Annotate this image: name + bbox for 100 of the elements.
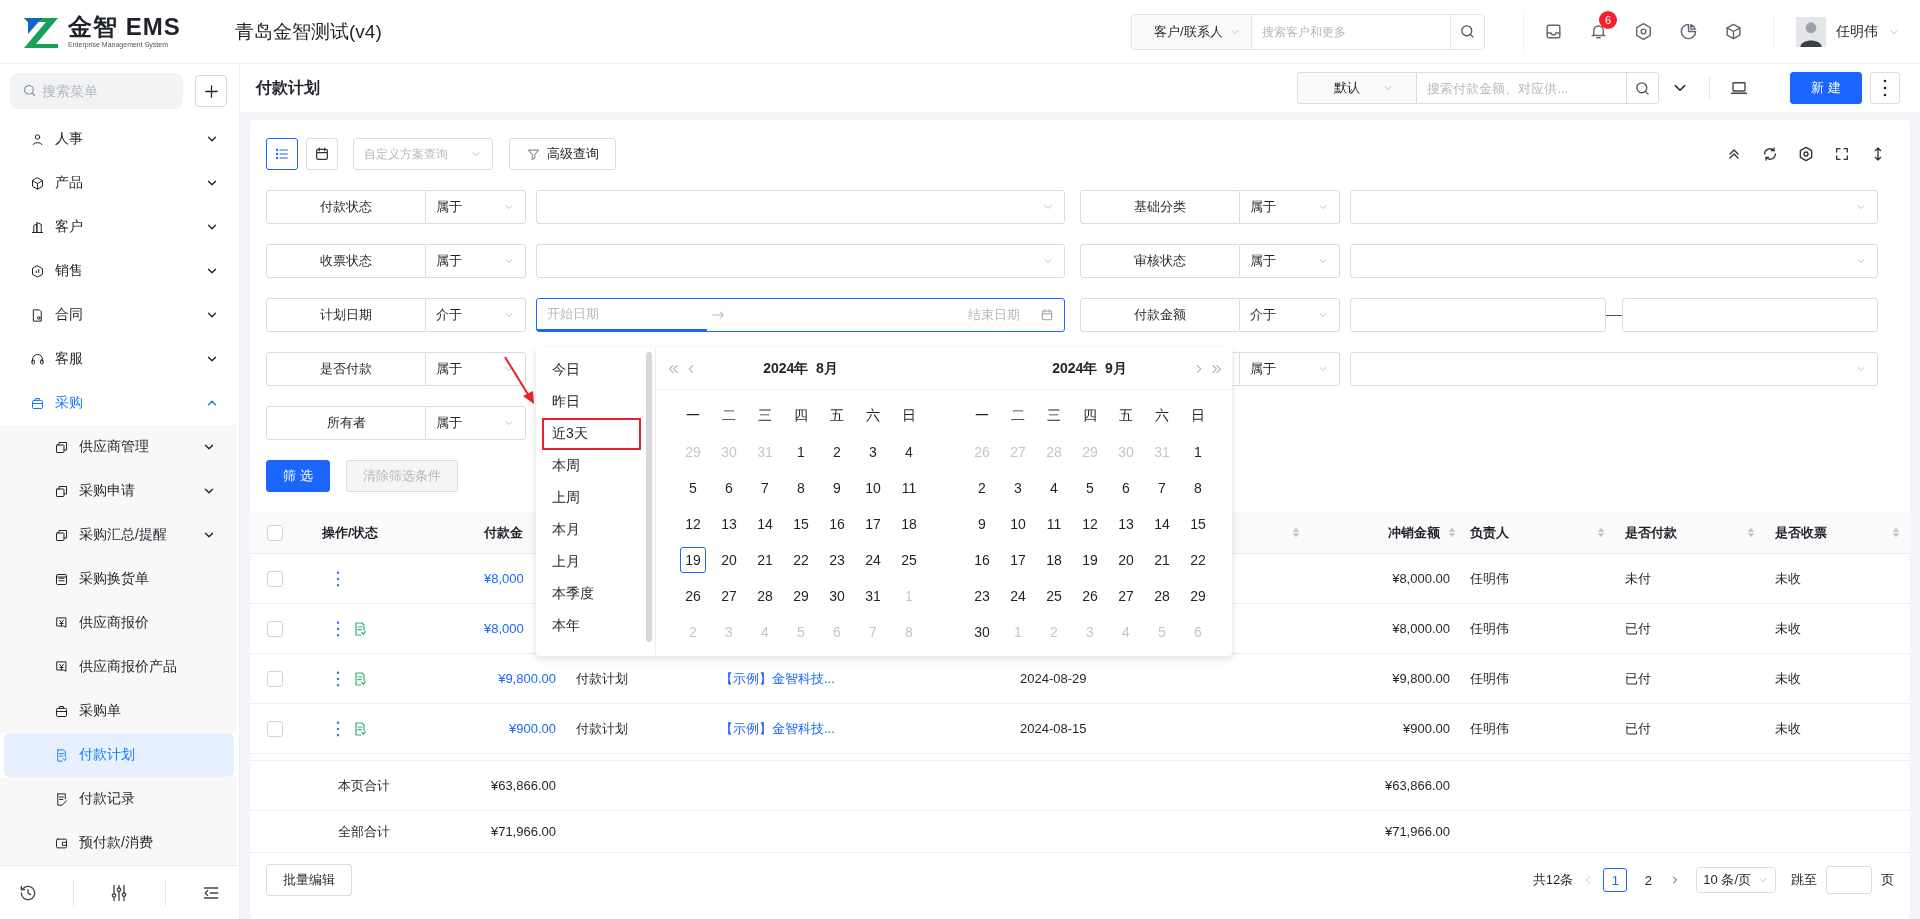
- calendar-day[interactable]: 28: [1149, 583, 1175, 609]
- filter-button[interactable]: 筛 选: [266, 460, 330, 492]
- date-preset[interactable]: 本年: [542, 610, 641, 642]
- calendar-day[interactable]: 27: [716, 583, 742, 609]
- value-select[interactable]: [536, 190, 1065, 224]
- calendar-day[interactable]: 13: [716, 511, 742, 537]
- more-icon[interactable]: [336, 720, 340, 737]
- calendar-day[interactable]: 15: [788, 511, 814, 537]
- list-view-button[interactable]: [266, 138, 298, 170]
- calendar-day[interactable]: 29: [1185, 583, 1211, 609]
- submenu-item[interactable]: 预付款/消费: [0, 821, 236, 865]
- more-icon[interactable]: [336, 670, 340, 687]
- calendar-day[interactable]: 5: [680, 475, 706, 501]
- operator-select[interactable]: 属于: [426, 406, 526, 440]
- calendar-day[interactable]: 10: [860, 475, 886, 501]
- calendar-day[interactable]: 4: [896, 439, 922, 465]
- date-preset[interactable]: 近3天: [542, 418, 641, 450]
- calendar-day[interactable]: 7: [1149, 475, 1175, 501]
- submenu-item[interactable]: 供应商管理: [0, 425, 236, 469]
- calendar-day[interactable]: 19: [1077, 547, 1103, 573]
- calendar-day[interactable]: 22: [788, 547, 814, 573]
- calendar-day[interactable]: 19: [680, 547, 706, 573]
- calendar-day[interactable]: 24: [1005, 583, 1031, 609]
- search-scope-select[interactable]: 客户/联系人: [1131, 13, 1252, 50]
- checkbox[interactable]: [267, 620, 283, 637]
- date-preset[interactable]: 本月: [542, 514, 641, 546]
- sort-icon[interactable]: [1448, 526, 1456, 539]
- calendar-day[interactable]: 21: [752, 547, 778, 573]
- operator-select[interactable]: 属于: [1239, 244, 1340, 278]
- submenu-item[interactable]: 供应商报价: [0, 601, 236, 645]
- menu-item[interactable]: 采购: [0, 381, 239, 425]
- calendar-day[interactable]: 12: [680, 511, 706, 537]
- notification-icon[interactable]: [1589, 22, 1608, 41]
- calendar-day[interactable]: 5: [1077, 475, 1103, 501]
- calendar-day[interactable]: 10: [1005, 511, 1031, 537]
- more-icon[interactable]: [336, 570, 340, 587]
- submenu-item[interactable]: 采购申请: [0, 469, 236, 513]
- operator-select[interactable]: 介于: [1239, 298, 1340, 332]
- submenu-item[interactable]: 付款计划: [4, 733, 234, 777]
- calendar-day[interactable]: 30: [969, 619, 995, 645]
- menu-item[interactable]: 客户: [0, 205, 239, 249]
- calendar-day[interactable]: 16: [824, 511, 850, 537]
- table-cell[interactable]: 【示例】金智科技...: [720, 719, 835, 738]
- calendar-day[interactable]: 24: [860, 547, 886, 573]
- page-number[interactable]: 2: [1636, 868, 1661, 892]
- submenu-item[interactable]: 供应商报价产品: [0, 645, 236, 689]
- page-jump-field[interactable]: [1826, 866, 1872, 894]
- menu-item[interactable]: 销售: [0, 249, 239, 293]
- calendar-day[interactable]: 3: [860, 439, 886, 465]
- calendar-day[interactable]: 23: [969, 583, 995, 609]
- settings-icon[interactable]: [1634, 22, 1653, 41]
- operator-select[interactable]: 属于: [1239, 352, 1340, 386]
- calendar-day[interactable]: 16: [969, 547, 995, 573]
- search-field[interactable]: 搜索付款金额、对应供...: [1417, 72, 1628, 104]
- menu-item[interactable]: 合同: [0, 293, 239, 337]
- checkbox[interactable]: [267, 670, 283, 687]
- calendar-day[interactable]: 17: [1005, 547, 1031, 573]
- date-preset[interactable]: 本周: [542, 450, 641, 482]
- calendar-day[interactable]: 30: [824, 583, 850, 609]
- operator-select[interactable]: 属于: [1239, 190, 1340, 224]
- add-button[interactable]: [195, 75, 227, 107]
- calendar-day[interactable]: 21: [1149, 547, 1175, 573]
- checkbox[interactable]: [267, 720, 283, 737]
- value-select[interactable]: [1349, 244, 1878, 278]
- submenu-item[interactable]: 付款记录: [0, 777, 236, 821]
- calendar-day[interactable]: 31: [860, 583, 886, 609]
- more-icon[interactable]: [336, 620, 340, 637]
- menu-item[interactable]: 客服: [0, 337, 239, 381]
- calendar-day[interactable]: 25: [1041, 583, 1067, 609]
- search-button[interactable]: [1451, 13, 1485, 50]
- calendar-day[interactable]: 18: [896, 511, 922, 537]
- calendar-day[interactable]: 9: [824, 475, 850, 501]
- value-select[interactable]: [1349, 352, 1878, 386]
- date-preset[interactable]: 上月: [542, 546, 641, 578]
- view-select[interactable]: 默认: [1297, 72, 1418, 104]
- settings-icon[interactable]: [1798, 146, 1814, 162]
- date-preset[interactable]: 上周: [542, 482, 641, 514]
- calendar-day[interactable]: 20: [716, 547, 742, 573]
- calendar-day[interactable]: 14: [1149, 511, 1175, 537]
- calendar-day[interactable]: 26: [680, 583, 706, 609]
- fullscreen-icon[interactable]: [1834, 146, 1850, 162]
- search-field[interactable]: 搜索客户和更多: [1251, 13, 1451, 50]
- calendar-day[interactable]: 1: [1185, 439, 1211, 465]
- calendar-day[interactable]: 22: [1185, 547, 1211, 573]
- refresh-icon[interactable]: [1762, 146, 1778, 162]
- scrollbar[interactable]: [646, 352, 652, 642]
- sort-icon[interactable]: [1292, 526, 1300, 539]
- calendar-day[interactable]: 2: [969, 475, 995, 501]
- batch-edit-button[interactable]: 批量编辑: [266, 864, 352, 896]
- page-size-select[interactable]: 10 条/页: [1696, 867, 1776, 893]
- pie-chart-icon[interactable]: [1679, 22, 1698, 41]
- checkbox[interactable]: [267, 524, 283, 541]
- calendar-view-button[interactable]: [306, 138, 338, 170]
- calendar-day[interactable]: 17: [860, 511, 886, 537]
- operator-select[interactable]: 属于: [426, 190, 526, 224]
- calendar-day[interactable]: 9: [969, 511, 995, 537]
- calendar-day[interactable]: 7: [752, 475, 778, 501]
- menu-item[interactable]: 产品: [0, 161, 239, 205]
- calendar-day[interactable]: 6: [1113, 475, 1139, 501]
- calendar-day[interactable]: 3: [1005, 475, 1031, 501]
